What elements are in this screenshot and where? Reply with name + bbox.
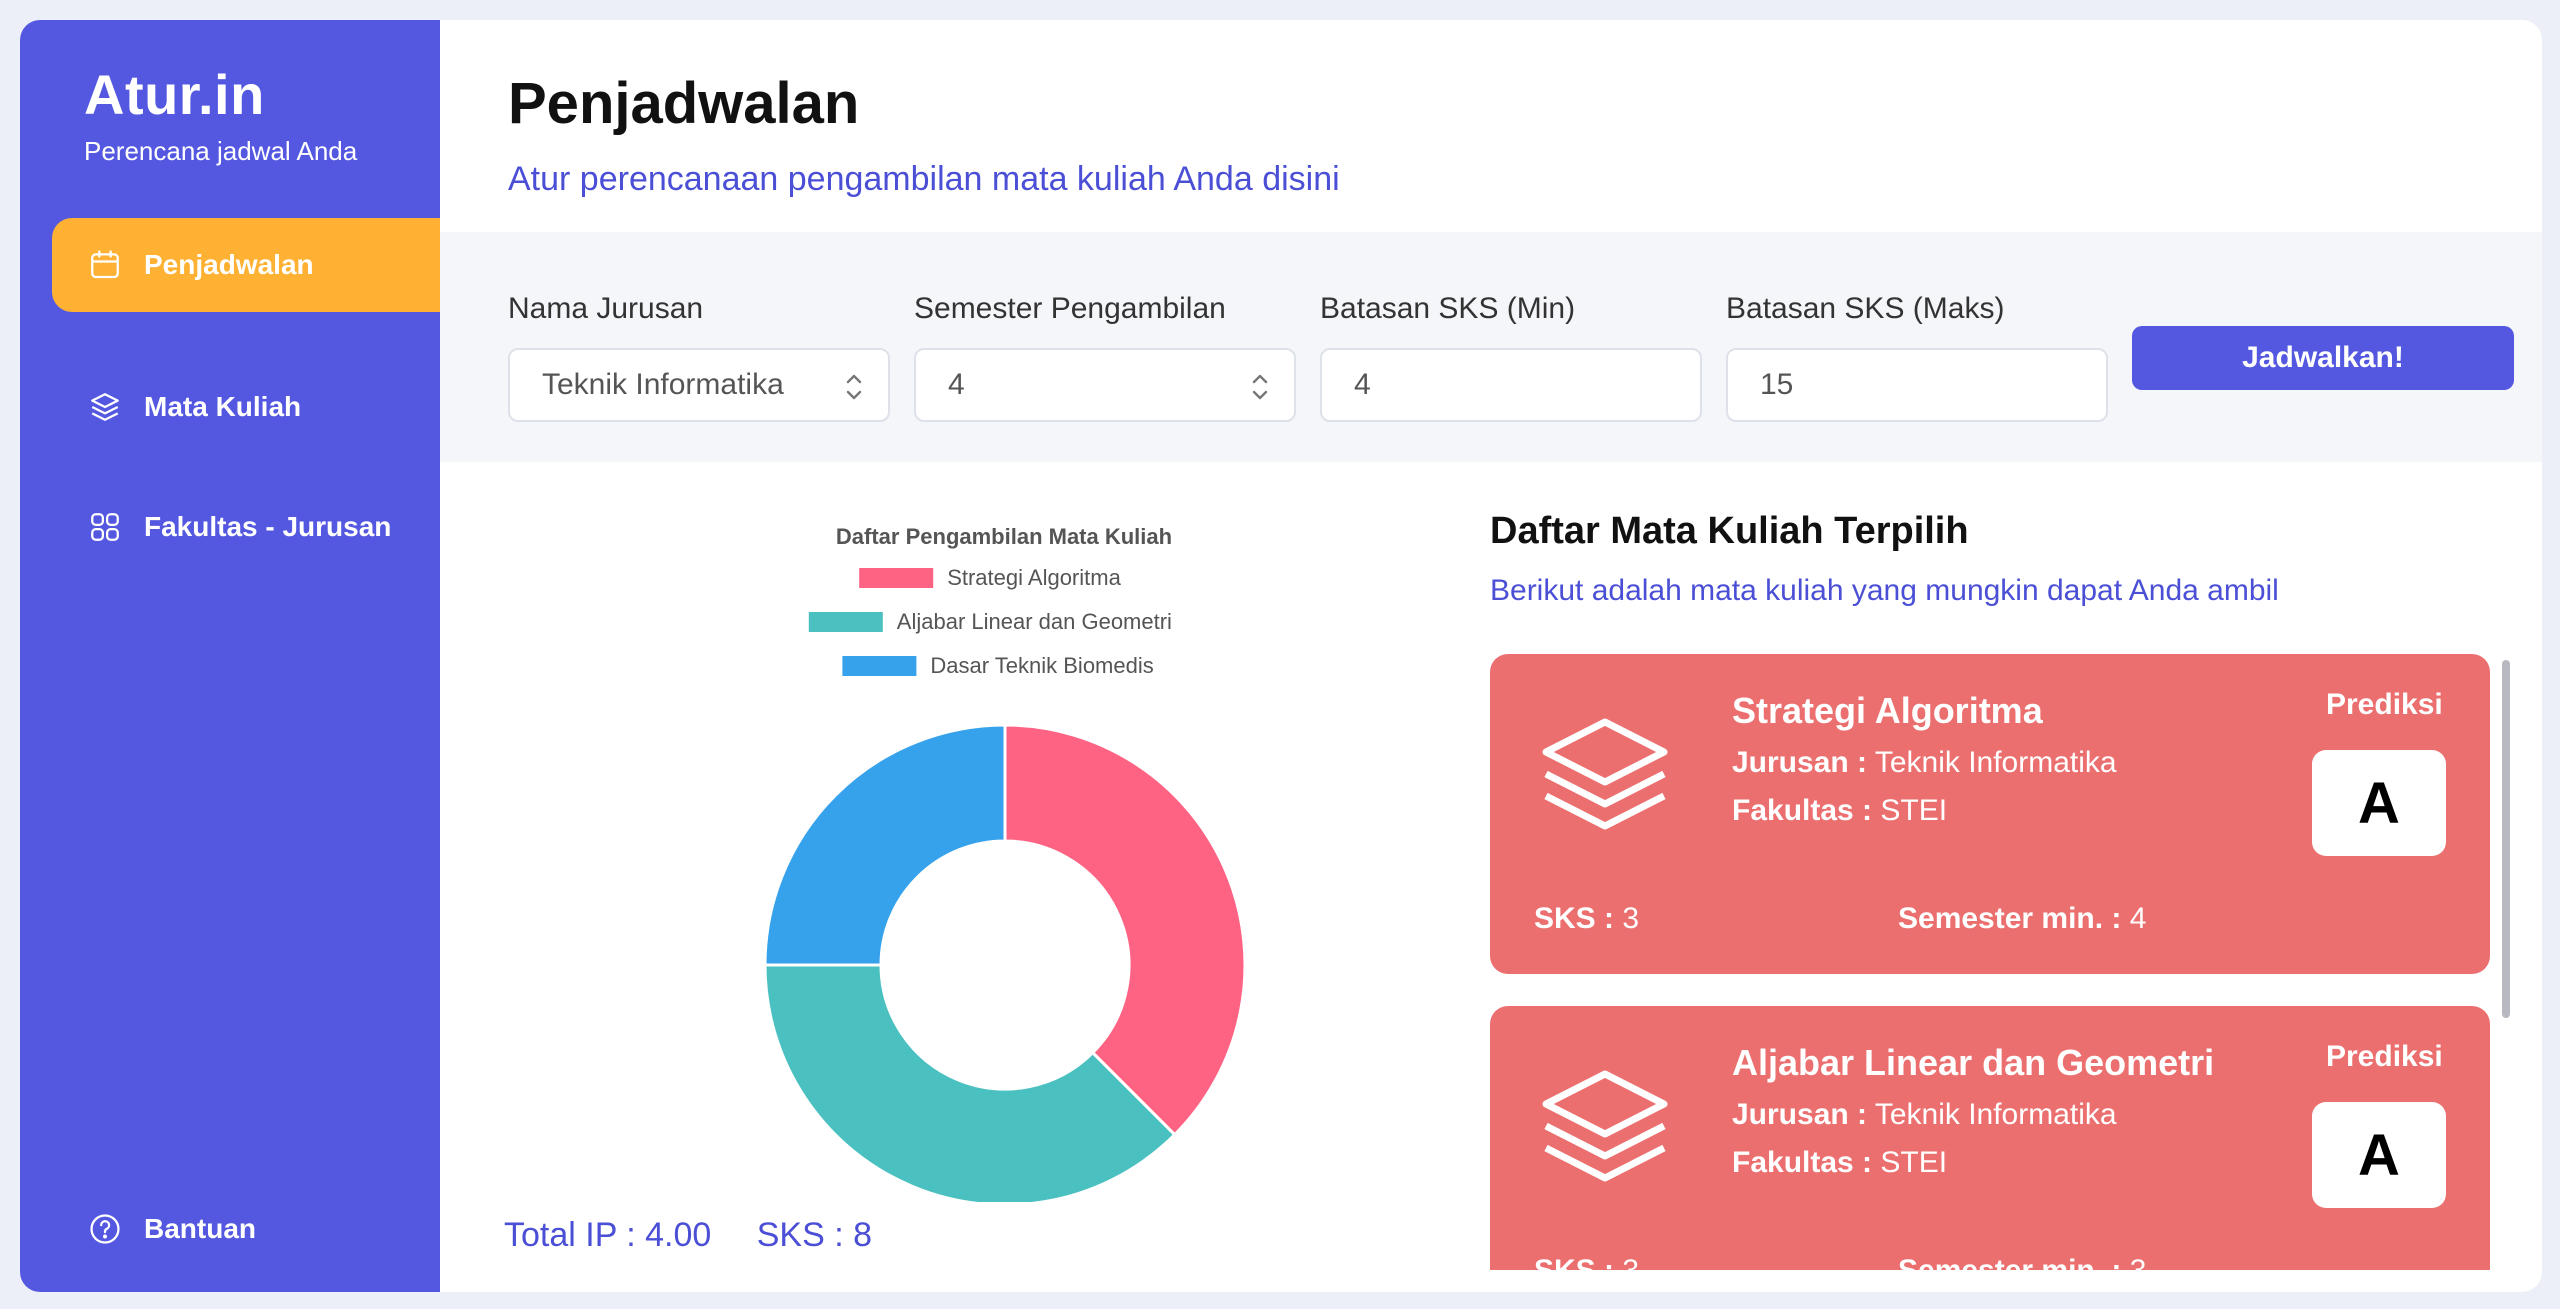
- chart-panel: Daftar Pengambilan Mata Kuliah Strategi …: [440, 462, 1470, 1292]
- chart-slice-aljabar-linear-dan-geometri[interactable]: [763, 963, 1177, 1202]
- help-link[interactable]: Bantuan: [52, 1182, 440, 1276]
- jurusan-text: Teknik Informatika: [1874, 746, 2117, 779]
- course-semester: Semester min. : 3: [1898, 1254, 2146, 1270]
- course-fakultas: Fakultas : STEI: [1732, 1146, 1947, 1180]
- select-arrows-icon: [1252, 374, 1268, 400]
- sks-min-field: Batasan SKS (Min) 4: [1320, 292, 1702, 422]
- select-arrows-icon: [846, 374, 862, 400]
- totals: Total IP : 4.00 SKS : 8: [504, 1216, 908, 1255]
- sks-key: SKS :: [1534, 902, 1615, 935]
- legend-swatch[interactable]: [859, 568, 934, 588]
- course-list-panel: Daftar Mata Kuliah Terpilih Berikut adal…: [1490, 462, 2542, 1292]
- chart-title: Daftar Pengambilan Mata Kuliah: [836, 524, 1172, 549]
- help-label: Bantuan: [144, 1213, 256, 1244]
- semester-key: Semester min. :: [1898, 1254, 2121, 1270]
- sidebar-item-label: Penjadwalan: [144, 249, 314, 280]
- prediction-label: Prediksi: [2326, 1040, 2443, 1073]
- course-list-title: Daftar Mata Kuliah Terpilih: [1490, 510, 1969, 552]
- course-sks: SKS : 3: [1534, 902, 1639, 936]
- jurusan-label: Nama Jurusan: [508, 292, 704, 325]
- legend-swatch[interactable]: [808, 612, 883, 632]
- jurusan-key: Jurusan :: [1732, 1098, 1868, 1131]
- legend-swatch[interactable]: [842, 656, 917, 676]
- semester-field: Semester Pengambilan 4: [914, 292, 1296, 422]
- jurusan-field: Nama Jurusan Teknik Informatika: [508, 292, 890, 422]
- sks-min-input[interactable]: 4: [1320, 348, 1702, 422]
- course-sks: SKS : 3: [1534, 1254, 1639, 1270]
- doughnut-chart: Daftar Pengambilan Mata Kuliah Strategi …: [763, 524, 1247, 1202]
- semester-select[interactable]: 4: [914, 348, 1296, 422]
- prediction-label: Prediksi: [2326, 688, 2443, 721]
- layers-icon: [1542, 1070, 1668, 1182]
- jurusan-select[interactable]: Teknik Informatika: [508, 348, 890, 422]
- course-name: Strategi Algoritma: [1732, 690, 2043, 731]
- calendar-icon: [91, 250, 119, 279]
- fakultas-key: Fakultas :: [1732, 794, 1873, 827]
- course-card[interactable]: Strategi Algoritma Jurusan : Teknik Info…: [1490, 654, 2490, 974]
- chart-slices: [763, 723, 1247, 1202]
- sks-text: 3: [1622, 902, 1640, 935]
- course-card[interactable]: Aljabar Linear dan Geometri Jurusan : Te…: [1490, 1006, 2490, 1270]
- schedule-form: Nama Jurusan Teknik Informatika Semester…: [440, 232, 2542, 462]
- fakultas-key: Fakultas :: [1732, 1146, 1873, 1179]
- sks-max-label: Batasan SKS (Maks): [1726, 292, 2005, 325]
- grade-badge: A: [2312, 750, 2446, 856]
- jurusan-key: Jurusan :: [1732, 746, 1868, 779]
- course-list-subtitle: Berikut adalah mata kuliah yang mungkin …: [1490, 574, 2279, 607]
- schedule-button[interactable]: Jadwalkan!: [2132, 326, 2514, 390]
- jurusan-value: Teknik Informatika: [542, 368, 784, 401]
- semester-key: Semester min. :: [1898, 902, 2122, 935]
- sidebar-item-label: Fakultas - Jurusan: [144, 511, 392, 542]
- sks-max-value: 15: [1760, 368, 1794, 401]
- jurusan-text: Teknik Informatika: [1874, 1098, 2117, 1131]
- chart-legend: Strategi Algoritma Aljabar Linear dan Geo…: [808, 565, 1172, 678]
- layers-icon: [1542, 718, 1668, 830]
- app-window: Atur.in Perencana jadwal Anda Penjadwala…: [20, 20, 2542, 1292]
- course-jurusan: Jurusan : Teknik Informatika: [1732, 746, 2117, 780]
- sks-max-input[interactable]: 15: [1726, 348, 2108, 422]
- sks-text: 3: [1622, 1254, 1639, 1270]
- legend-label[interactable]: Strategi Algoritma: [947, 565, 1121, 590]
- semester-text: 4: [2129, 902, 2147, 935]
- page-header: Penjadwalan Atur perencanaan pengambilan…: [440, 20, 2542, 232]
- brand-subtitle: Perencana jadwal Anda: [84, 135, 358, 166]
- brand: Atur.in Perencana jadwal Anda: [84, 64, 357, 167]
- page-subtitle: Atur perencanaan pengambilan mata kuliah…: [508, 160, 1340, 198]
- chart-slice-strategi-algoritma[interactable]: [1003, 723, 1247, 1137]
- total-sks: SKS : 8: [756, 1216, 873, 1254]
- grade-badge: A: [2312, 1102, 2446, 1208]
- course-fakultas: Fakultas : STEI: [1732, 794, 1947, 828]
- grid-icon: [91, 513, 119, 541]
- sidebar-item-penjadwalan[interactable]: Penjadwalan: [52, 218, 440, 312]
- sidebar-item-label: Mata Kuliah: [144, 391, 302, 422]
- sks-min-value: 4: [1354, 368, 1371, 401]
- sidebar-item-mata-kuliah[interactable]: Mata Kuliah: [52, 360, 440, 454]
- total-ip: Total IP : 4.00: [504, 1216, 712, 1254]
- sidebar-item-fakultas-jurusan[interactable]: Fakultas - Jurusan: [52, 480, 440, 574]
- semester-label: Semester Pengambilan: [914, 292, 1226, 325]
- help-circle-icon: [90, 1214, 120, 1244]
- fakultas-text: STEI: [1880, 794, 1948, 827]
- sks-key: SKS :: [1534, 1254, 1614, 1270]
- legend-label[interactable]: Aljabar Linear dan Geometri: [897, 609, 1172, 634]
- layers-icon: [91, 393, 119, 421]
- course-name: Aljabar Linear dan Geometri: [1732, 1042, 2215, 1083]
- chart-slice-dasar-teknik-biomedis[interactable]: [763, 723, 1007, 967]
- legend-label[interactable]: Dasar Teknik Biomedis: [930, 653, 1153, 678]
- sks-min-label: Batasan SKS (Min): [1320, 292, 1576, 325]
- sks-max-field: Batasan SKS (Maks) 15: [1726, 292, 2108, 422]
- course-jurusan: Jurusan : Teknik Informatika: [1732, 1098, 2117, 1132]
- course-semester: Semester min. : 4: [1898, 902, 2146, 936]
- page-title: Penjadwalan: [508, 71, 860, 136]
- course-list-scrollbar[interactable]: [2502, 660, 2510, 1018]
- fakultas-text: STEI: [1880, 1146, 1948, 1179]
- course-list[interactable]: Strategi Algoritma Jurusan : Teknik Info…: [1490, 654, 2496, 1270]
- sidebar: Atur.in Perencana jadwal Anda Penjadwala…: [20, 20, 440, 1292]
- brand-title: Atur.in: [84, 63, 265, 126]
- semester-value: 4: [948, 368, 965, 401]
- semester-text: 3: [2130, 1254, 2147, 1270]
